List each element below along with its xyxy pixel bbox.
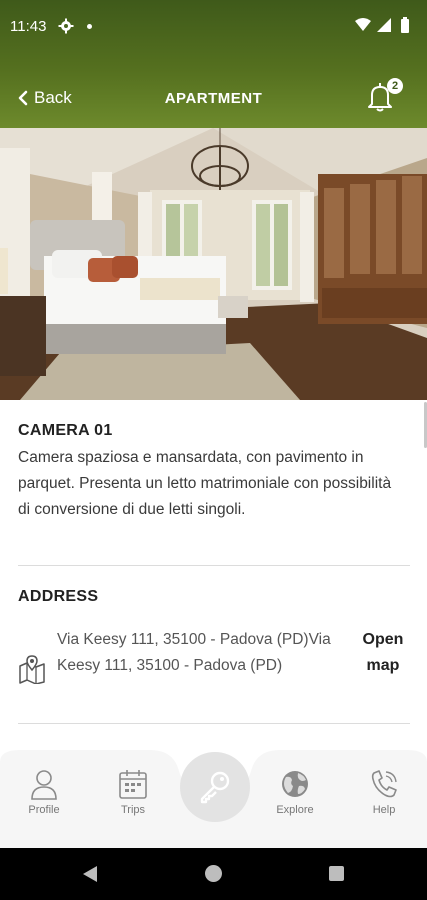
person-icon	[31, 770, 57, 800]
system-status-icons	[355, 17, 409, 33]
phone-icon	[371, 770, 397, 798]
tab-label: Help	[372, 804, 396, 816]
divider	[18, 723, 410, 724]
app-header: 11:43 Back APARTMENT 2	[0, 0, 427, 128]
notification-dot	[87, 24, 92, 29]
tab-explore[interactable]: Explore	[259, 768, 331, 816]
globe-icon	[282, 771, 308, 797]
room-photo	[0, 128, 427, 400]
nav-bar: Back APARTMENT 2	[0, 70, 427, 126]
notification-badge: 2	[387, 78, 403, 94]
gear-icon	[58, 18, 74, 34]
open-map-link[interactable]: Open map	[350, 627, 416, 679]
room-details: CAMERA 01 Camera spaziosa e mansardata, …	[0, 400, 427, 750]
map-icon	[19, 655, 45, 684]
tab-profile[interactable]: Profile	[8, 768, 80, 816]
key-button[interactable]	[180, 752, 250, 822]
nav-recents-button[interactable]	[329, 866, 344, 881]
bottom-tab-bar: Profile Trips Explore Help	[0, 750, 427, 848]
calendar-icon	[119, 770, 147, 799]
status-bar: 11:43	[0, 0, 427, 52]
battery-icon	[401, 19, 409, 33]
nav-home-button[interactable]	[205, 865, 222, 882]
key-icon	[200, 771, 230, 804]
divider	[18, 565, 410, 566]
wifi-icon	[355, 18, 371, 31]
address-heading: ADDRESS	[18, 588, 99, 605]
status-time: 11:43	[10, 18, 47, 35]
room-description: Camera spaziosa e mansardata, con pavime…	[18, 449, 392, 518]
room-title: CAMERA 01	[18, 422, 113, 439]
tab-label: Profile	[28, 804, 60, 816]
address-text: Via Keesy 111, 35100 - Padova (PD)Via Ke…	[57, 631, 331, 674]
tab-help[interactable]: Help	[348, 768, 420, 816]
signal-icon	[377, 18, 391, 32]
tab-label: Explore	[276, 804, 314, 816]
nav-back-icon[interactable]	[82, 865, 98, 883]
system-navigation-bar	[0, 848, 427, 900]
tab-trips[interactable]: Trips	[97, 768, 169, 816]
tab-label: Trips	[120, 804, 146, 816]
notifications-button[interactable]: 2	[363, 78, 403, 114]
